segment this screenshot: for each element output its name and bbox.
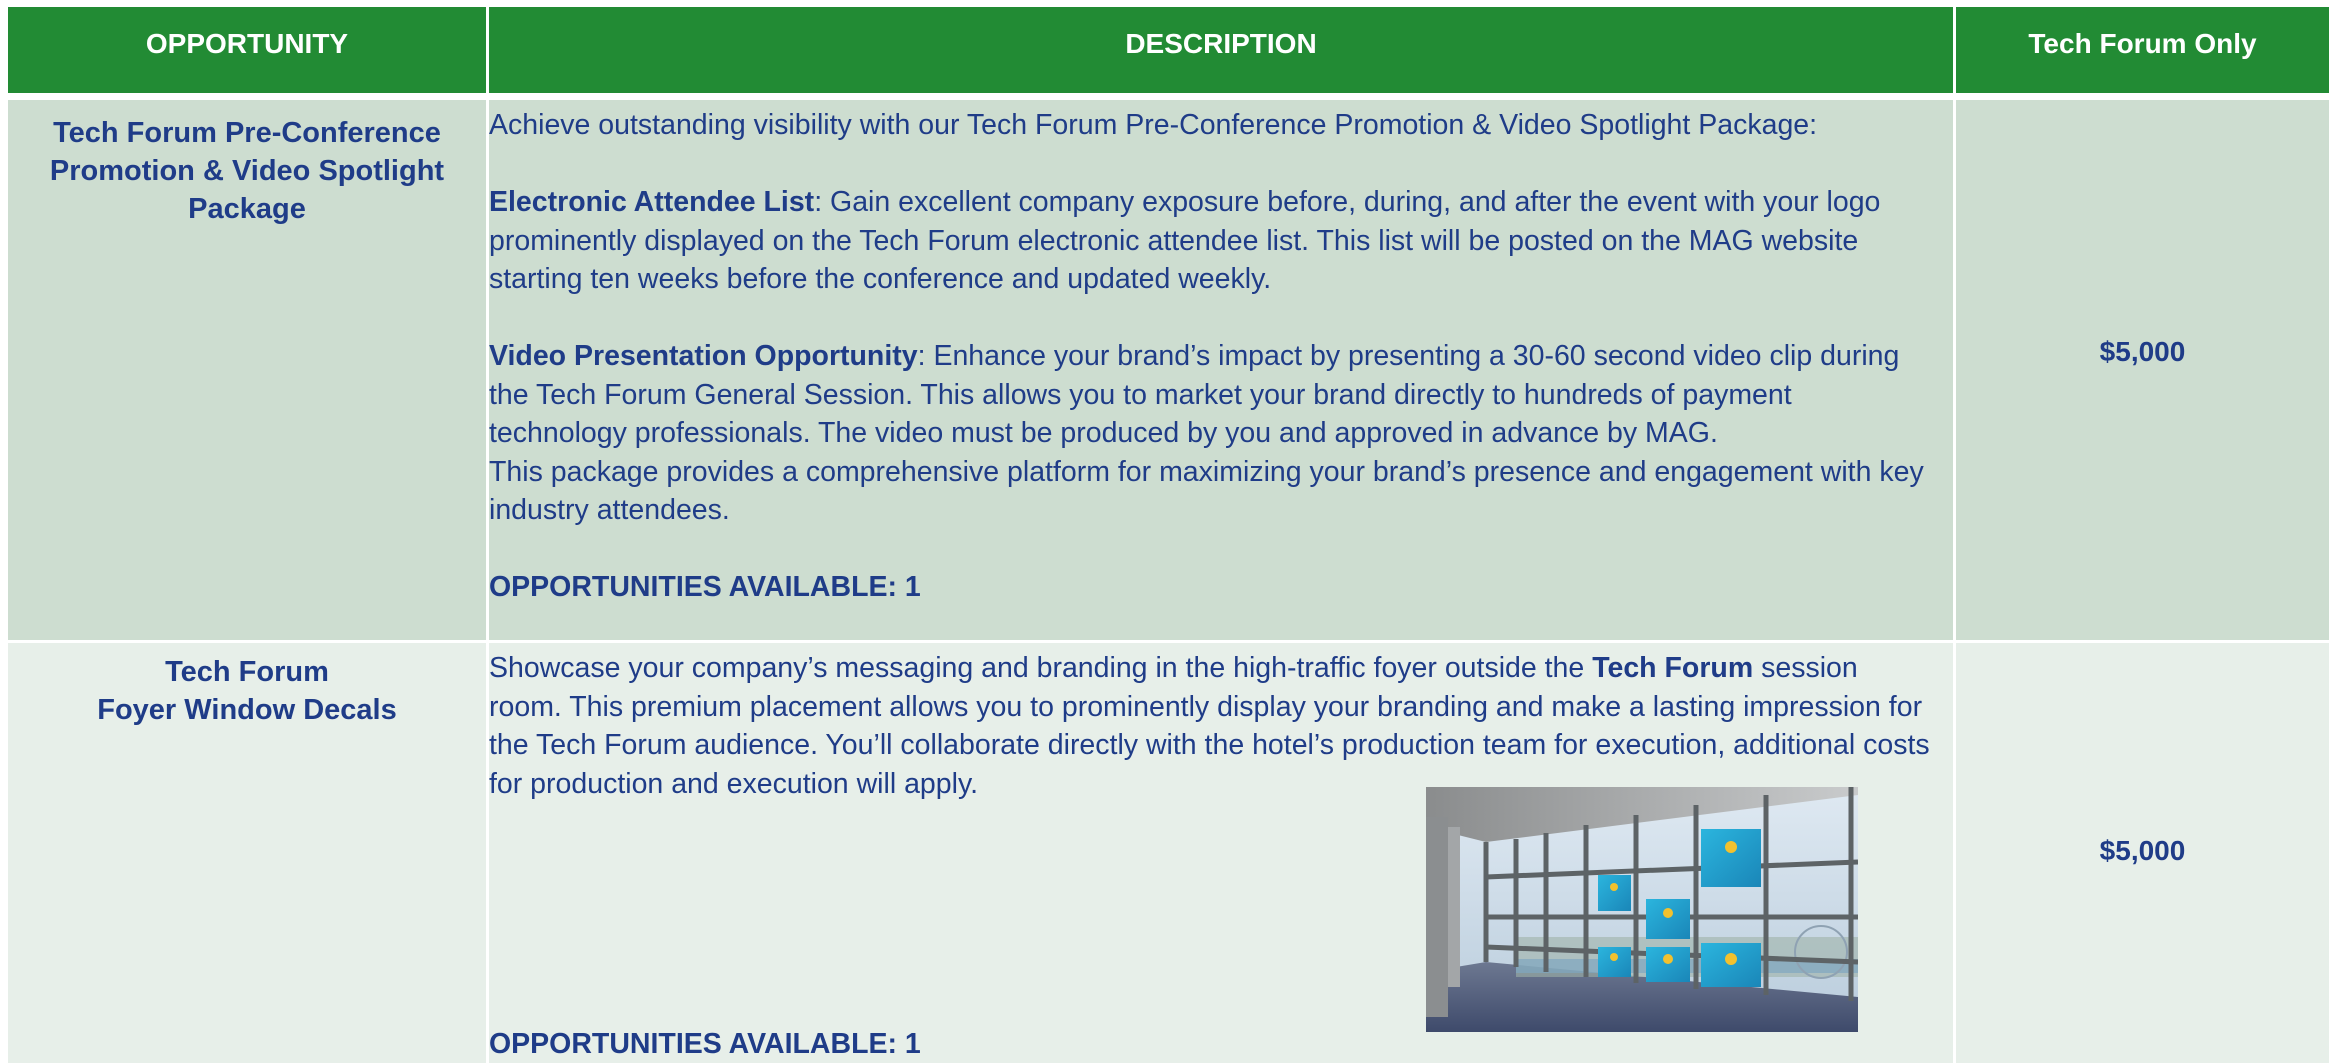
table-row: Tech Forum Foyer Window Decals Showcase … bbox=[8, 643, 2329, 1063]
item-label: Video Presentation Opportunity bbox=[489, 340, 918, 372]
sponsorship-table: OPPORTUNITY DESCRIPTION Tech Forum Only … bbox=[8, 7, 2329, 1063]
opportunities-available: OPPORTUNITIES AVAILABLE: 1 bbox=[489, 571, 921, 603]
opportunity-cell: Tech Forum Foyer Window Decals bbox=[8, 643, 486, 1063]
description-intro: Achieve outstanding visibility with our … bbox=[489, 109, 1818, 141]
foyer-window-photo bbox=[1426, 787, 1858, 1032]
price-cell: $5,000 bbox=[1956, 643, 2329, 1063]
item-label: Electronic Attendee List bbox=[489, 186, 815, 218]
table-header-row: OPPORTUNITY DESCRIPTION Tech Forum Only bbox=[8, 7, 2329, 93]
opportunities-available: OPPORTUNITIES AVAILABLE: 1 bbox=[489, 1028, 921, 1060]
description-text: Showcase your company’s messaging and br… bbox=[489, 652, 1930, 800]
opportunity-cell: Tech Forum Pre-Conference Promotion & Vi… bbox=[8, 100, 486, 640]
header-price: Tech Forum Only bbox=[1956, 7, 2329, 93]
opportunity-title: Tech Forum Foyer Window Decals bbox=[97, 656, 397, 726]
header-description: DESCRIPTION bbox=[489, 7, 1953, 93]
description-cell: Achieve outstanding visibility with our … bbox=[489, 100, 1953, 640]
price: $5,000 bbox=[2099, 835, 2186, 866]
price-cell: $5,000 bbox=[1956, 100, 2329, 640]
description-summary: This package provides a comprehensive pl… bbox=[489, 455, 1924, 527]
header-opportunity: OPPORTUNITY bbox=[8, 7, 486, 93]
description-item: Electronic Attendee List: Gain excellent… bbox=[489, 183, 1933, 299]
description-item: Video Presentation Opportunity: Enhance … bbox=[489, 337, 1933, 453]
opportunity-title: Tech Forum Pre-Conference Promotion & Vi… bbox=[49, 117, 445, 225]
table-row: Tech Forum Pre-Conference Promotion & Vi… bbox=[8, 100, 2329, 640]
price: $5,000 bbox=[2099, 336, 2186, 367]
description-cell: Showcase your company’s messaging and br… bbox=[489, 643, 1953, 1063]
